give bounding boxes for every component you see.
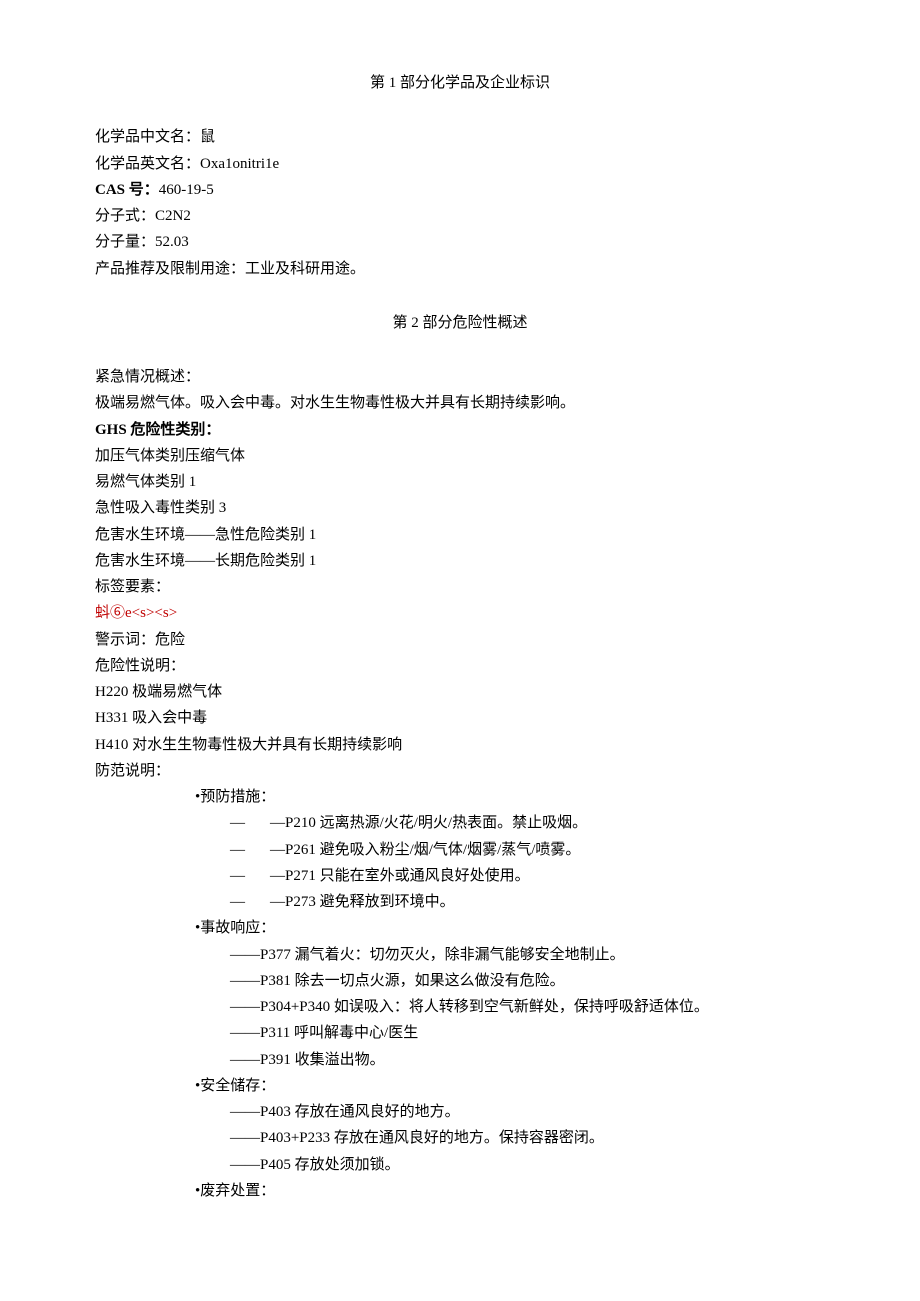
ghs-label: GHS 危险性类别：: [95, 417, 825, 443]
hazard-2: H410 对水生生物毒性极大并具有长期持续影响: [95, 732, 825, 758]
cas-row: CAS 号：460-19-5: [95, 177, 825, 203]
prevention-text-3: P273 避免释放到环境中。: [285, 894, 455, 910]
section-1-title: 第 1 部分化学品及企业标识: [95, 70, 825, 96]
cas-value: 460-19-5: [159, 182, 214, 198]
dash-icon: [270, 815, 285, 831]
chinese-name-label: 化学品中文名：: [95, 129, 200, 145]
hazard-label: 危险性说明：: [95, 653, 825, 679]
response-item-2: P304+P340 如误吸入：将人转移到空气新鲜处，保持呼吸舒适体位。: [230, 994, 825, 1020]
prevention-label: 预防措施：: [195, 784, 825, 810]
mw-value: 52.03: [155, 234, 189, 250]
response-text-2: P304+P340 如误吸入：将人转移到空气新鲜处，保持呼吸舒适体位。: [260, 999, 709, 1015]
english-name-value: Oxa1onitri1e: [200, 156, 279, 172]
dash-icon: [230, 973, 260, 989]
storage-text-2: P405 存放处须加锁。: [260, 1157, 400, 1173]
dash-icon: [230, 889, 270, 915]
formula-value: C2N2: [155, 208, 191, 224]
pictogram-placeholder: 蚪⑥e<s><s>: [95, 600, 825, 626]
label-elements-label: 标签要素：: [95, 574, 825, 600]
mw-row: 分子量：52.03: [95, 229, 825, 255]
ghs-item-1: 易燃气体类别 1: [95, 469, 825, 495]
signal-value: 危险: [155, 632, 185, 648]
prevention-text-2: P271 只能在室外或通风良好处使用。: [285, 868, 530, 884]
dash-icon: [270, 868, 285, 884]
emergency-label: 紧急情况概述：: [95, 364, 825, 390]
use-label: 产品推荐及限制用途：: [95, 261, 245, 277]
signal-row: 警示词：危险: [95, 627, 825, 653]
disposal-label: 废弃处置：: [195, 1178, 825, 1204]
dash-icon: [230, 947, 260, 963]
formula-label: 分子式：: [95, 208, 155, 224]
dash-icon: [230, 1025, 260, 1041]
prevention-text-1: P261 避免吸入粉尘/烟/气体/烟雾/蒸气/喷雾。: [285, 842, 580, 858]
emergency-text: 极端易燃气体。吸入会中毒。对水生生物毒性极大并具有长期持续影响。: [95, 390, 825, 416]
section-2-title: 第 2 部分危险性概述: [95, 310, 825, 336]
signal-label: 警示词：: [95, 632, 155, 648]
response-text-3: P311 呼叫解毒中心/医生: [260, 1025, 418, 1041]
storage-item-1: P403+P233 存放在通风良好的地方。保持容器密闭。: [230, 1125, 825, 1151]
response-item-1: P381 除去一切点火源，如果这么做没有危险。: [230, 968, 825, 994]
ghs-item-4: 危害水生环境——长期危险类别 1: [95, 548, 825, 574]
dash-icon: [230, 999, 260, 1015]
chinese-name-row: 化学品中文名：鼠: [95, 124, 825, 150]
hazard-1: H331 吸入会中毒: [95, 705, 825, 731]
response-item-3: P311 呼叫解毒中心/医生: [230, 1020, 825, 1046]
storage-label-text: 安全储存：: [200, 1078, 275, 1094]
response-label: 事故响应：: [195, 915, 825, 941]
dash-icon: [230, 810, 270, 836]
response-label-text: 事故响应：: [200, 920, 275, 936]
dash-icon: [230, 1104, 260, 1120]
response-text-1: P381 除去一切点火源，如果这么做没有危险。: [260, 973, 565, 989]
prevention-label-text: 预防措施：: [200, 789, 275, 805]
response-text-0: P377 漏气着火：切勿灭火，除非漏气能够安全地制止。: [260, 947, 625, 963]
mw-label: 分子量：: [95, 234, 155, 250]
ghs-item-3: 危害水生环境——急性危险类别 1: [95, 522, 825, 548]
use-row: 产品推荐及限制用途：工业及科研用途。: [95, 256, 825, 282]
storage-item-2: P405 存放处须加锁。: [230, 1152, 825, 1178]
ghs-item-2: 急性吸入毒性类别 3: [95, 495, 825, 521]
storage-text-0: P403 存放在通风良好的地方。: [260, 1104, 460, 1120]
prevention-item-1: P261 避免吸入粉尘/烟/气体/烟雾/蒸气/喷雾。: [230, 837, 825, 863]
storage-text-1: P403+P233 存放在通风良好的地方。保持容器密闭。: [260, 1130, 604, 1146]
dash-icon: [230, 1052, 260, 1068]
use-value: 工业及科研用途。: [245, 261, 365, 277]
response-text-4: P391 收集溢出物。: [260, 1052, 385, 1068]
english-name-label: 化学品英文名：: [95, 156, 200, 172]
dash-icon: [270, 894, 285, 910]
prevention-item-3: P273 避免释放到环境中。: [230, 889, 825, 915]
cas-label: CAS 号：: [95, 182, 159, 198]
response-item-4: P391 收集溢出物。: [230, 1047, 825, 1073]
disposal-label-text: 废弃处置：: [200, 1183, 275, 1199]
storage-label: 安全储存：: [195, 1073, 825, 1099]
dash-icon: [230, 837, 270, 863]
dash-icon: [230, 1130, 260, 1146]
dash-icon: [230, 1157, 260, 1173]
hazard-0: H220 极端易燃气体: [95, 679, 825, 705]
response-item-0: P377 漏气着火：切勿灭火，除非漏气能够安全地制止。: [230, 942, 825, 968]
dash-icon: [230, 863, 270, 889]
prevention-item-0: P210 远离热源/火花/明火/热表面。禁止吸烟。: [230, 810, 825, 836]
precaution-label: 防范说明：: [95, 758, 825, 784]
prevention-item-2: P271 只能在室外或通风良好处使用。: [230, 863, 825, 889]
english-name-row: 化学品英文名：Oxa1onitri1e: [95, 151, 825, 177]
dash-icon: [270, 842, 285, 858]
formula-row: 分子式：C2N2: [95, 203, 825, 229]
chinese-name-value: 鼠: [200, 129, 215, 145]
prevention-text-0: P210 远离热源/火花/明火/热表面。禁止吸烟。: [285, 815, 587, 831]
storage-item-0: P403 存放在通风良好的地方。: [230, 1099, 825, 1125]
ghs-item-0: 加压气体类别压缩气体: [95, 443, 825, 469]
